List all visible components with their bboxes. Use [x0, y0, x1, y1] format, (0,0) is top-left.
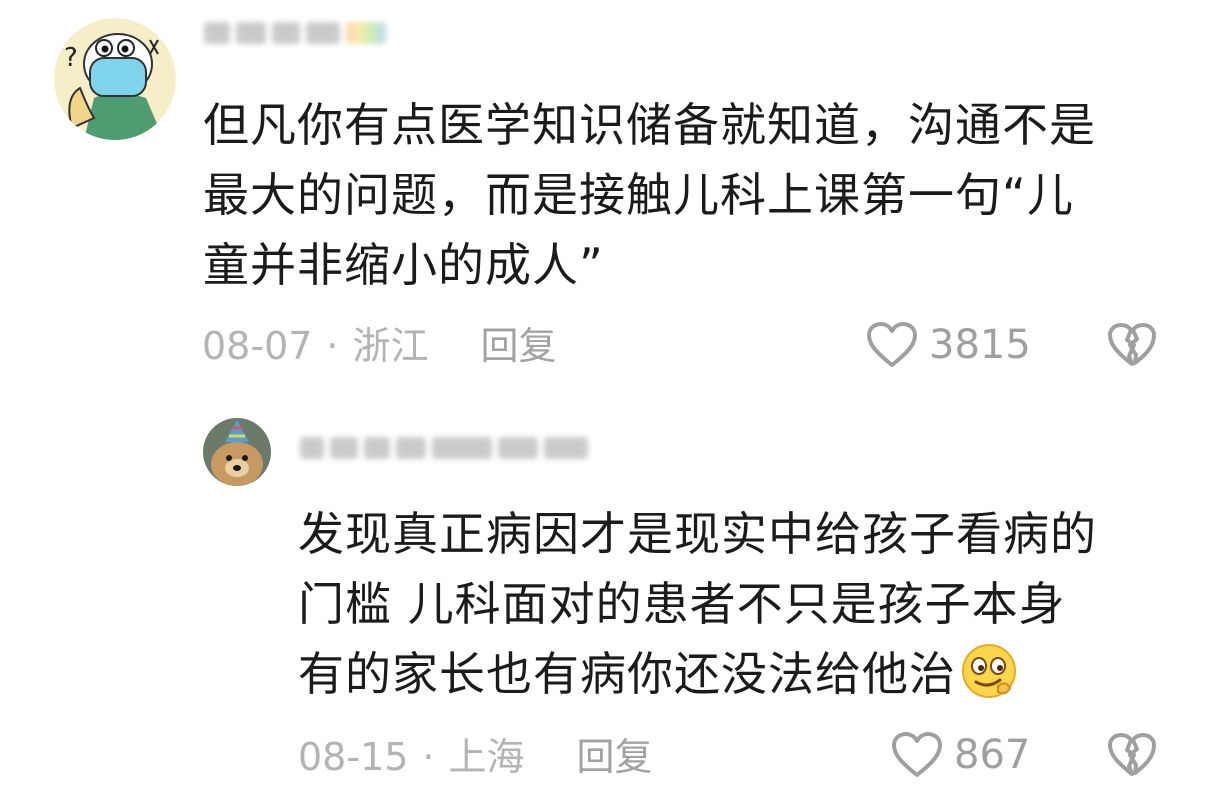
meta-separator: ·: [422, 735, 435, 779]
replier-avatar[interactable]: [203, 418, 271, 486]
comment-thread: ? 但凡你有点医学知识储备就知道，沟通不是 最大的问题，而是接触儿科上课第一句“…: [0, 0, 1224, 785]
commenter-avatar[interactable]: ?: [54, 18, 176, 140]
reply-text: 发现真正病因才是现实中给孩子看病的 门槛 儿科面对的患者不只是孩子本身 有的家长…: [298, 499, 1097, 709]
heart-outline-icon: [867, 322, 917, 367]
reply-line: 发现真正病因才是现实中给孩子看病的: [298, 507, 1097, 561]
like-button[interactable]: 867: [890, 730, 1030, 780]
reply-meta: 08-15 · 上海 回复: [298, 732, 653, 782]
like-button[interactable]: 3815: [865, 320, 1031, 370]
like-count: 867: [954, 732, 1031, 778]
reply-line: 有的家长也有病你还没法给他治: [298, 639, 1097, 709]
reply-date: 08-15: [298, 735, 409, 779]
reply-line: 门槛 儿科面对的患者不只是孩子本身: [298, 577, 1066, 631]
comment-text: 但凡你有点医学知识储备就知道，沟通不是 最大的问题，而是接触儿科上课第一句“儿 …: [203, 90, 1096, 300]
reply-location: 上海: [448, 735, 525, 779]
comment-meta: 08-07 · 浙江 回复: [202, 321, 557, 371]
comment-date: 08-07: [202, 324, 313, 368]
commenter-username-blurred[interactable]: [204, 22, 386, 44]
reply-line-text: 有的家长也有病你还没法给他治: [298, 647, 956, 701]
replier-username-blurred[interactable]: [300, 437, 588, 459]
dog-with-party-hat-avatar-icon: [203, 418, 271, 486]
svg-text:?: ?: [64, 43, 78, 73]
cartoon-masked-character-avatar-icon: ?: [54, 18, 176, 140]
broken-heart-icon: [1108, 733, 1156, 776]
comment-line: 最大的问题，而是接触儿科上课第一句“儿: [203, 168, 1074, 222]
broken-heart-icon: [1108, 323, 1156, 366]
comment-location: 浙江: [352, 324, 429, 368]
meta-separator: ·: [326, 324, 339, 368]
smirking-face-emoji-icon: [960, 642, 1018, 719]
dislike-button[interactable]: [1106, 322, 1158, 372]
reply-button[interactable]: 回复: [481, 321, 557, 371]
comment-line: 但凡你有点医学知识储备就知道，沟通不是: [203, 98, 1096, 152]
heart-outline-icon: [892, 732, 942, 777]
like-count: 3815: [929, 322, 1031, 368]
reply-button[interactable]: 回复: [577, 732, 653, 782]
dislike-button[interactable]: [1106, 732, 1158, 782]
comment-line: 童并非缩小的成人”: [203, 238, 604, 292]
